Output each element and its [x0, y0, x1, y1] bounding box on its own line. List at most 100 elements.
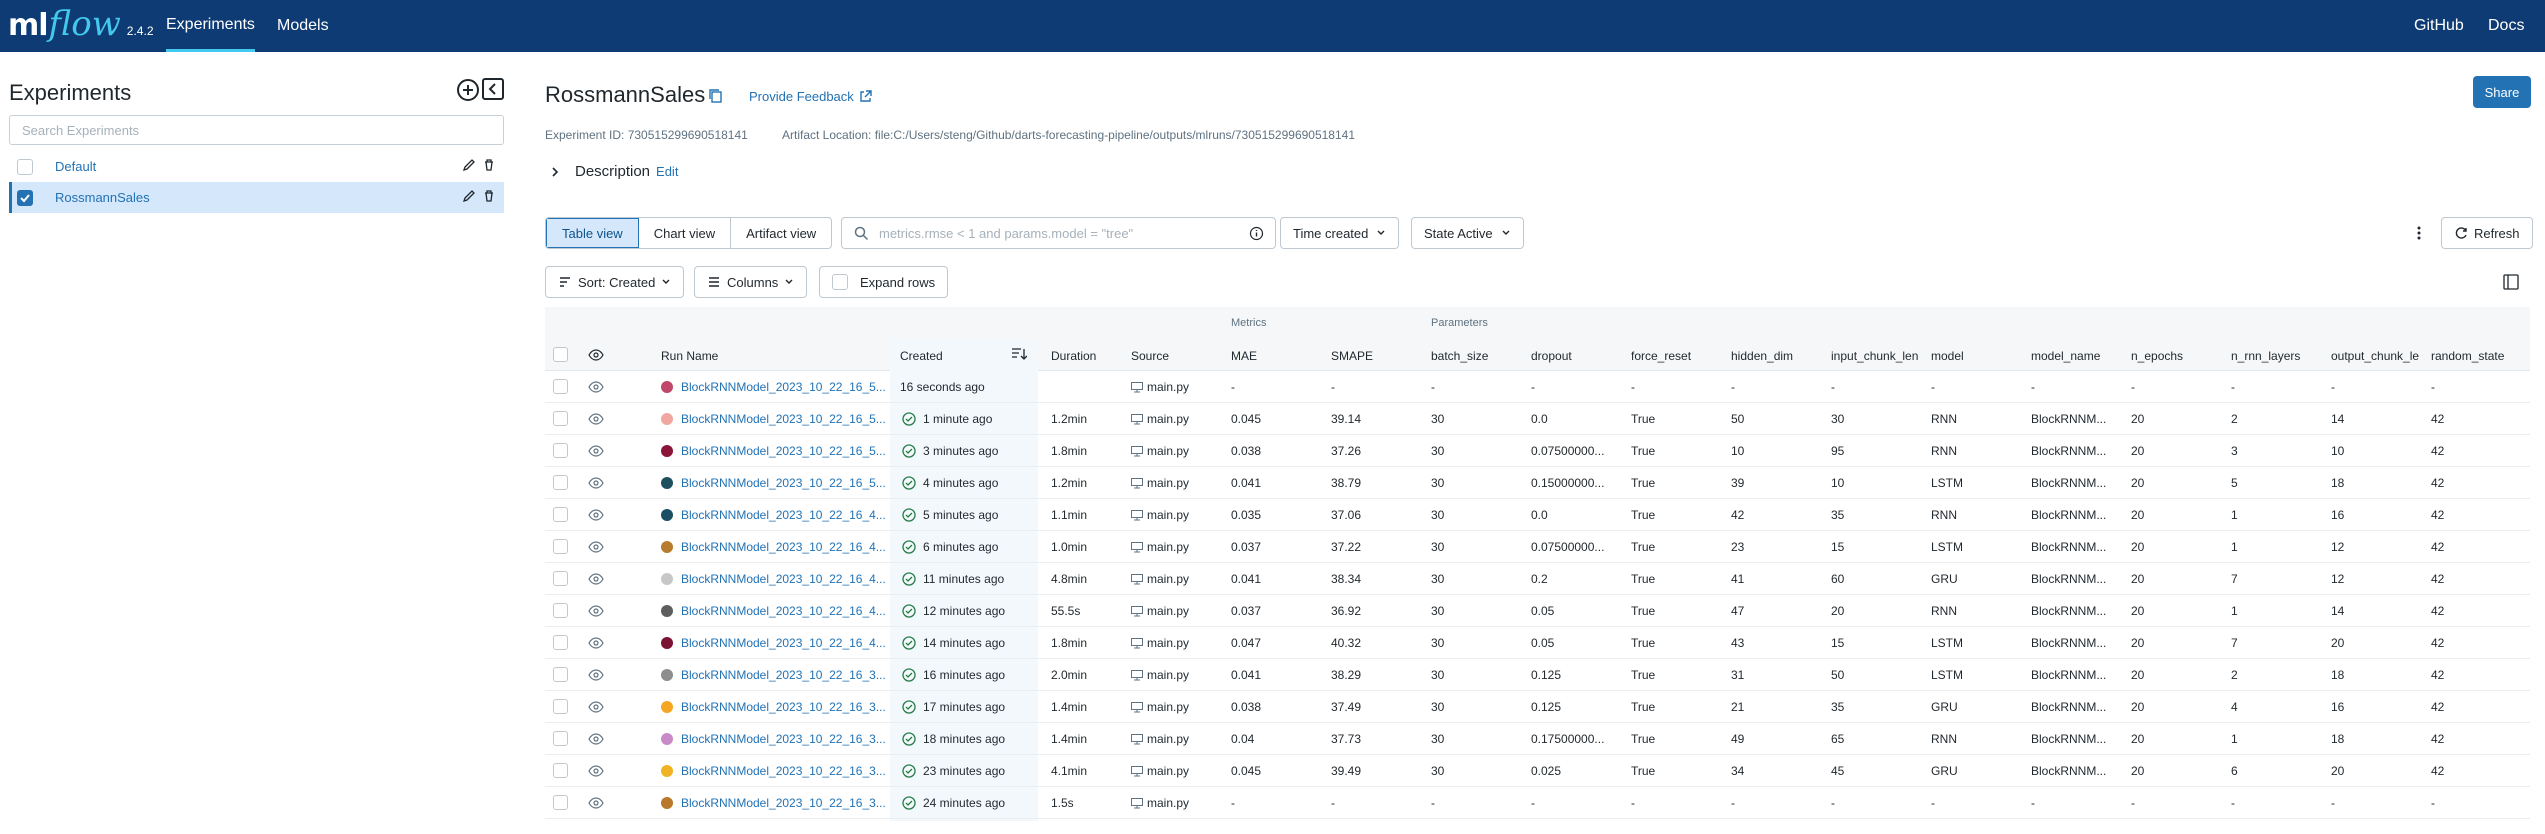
header-output-chunk-len[interactable]: output_chunk_le [2331, 349, 2426, 363]
visibility-eye-icon[interactable] [588, 669, 604, 681]
header-duration[interactable]: Duration [1051, 349, 1096, 363]
delete-icon[interactable] [482, 189, 496, 203]
visibility-eye-icon[interactable] [588, 765, 604, 777]
visibility-eye-icon[interactable] [588, 445, 604, 457]
experiment-checkbox[interactable] [17, 158, 33, 175]
experiment-checkbox-checked[interactable] [17, 189, 33, 206]
visibility-eye-icon[interactable] [588, 541, 604, 553]
header-n-epochs[interactable]: n_epochs [2131, 349, 2183, 363]
run-name-link[interactable]: BlockRNNModel_2023_10_22_16_5... [681, 371, 886, 403]
row-checkbox[interactable] [553, 635, 568, 650]
run-name-link[interactable]: BlockRNNModel_2023_10_22_16_4... [681, 531, 886, 563]
visibility-eye-icon[interactable] [588, 701, 604, 713]
run-color-dot[interactable] [661, 445, 673, 457]
provide-feedback-link[interactable]: Provide Feedback [749, 89, 872, 104]
run-name-link[interactable]: BlockRNNModel_2023_10_22_16_4... [681, 627, 886, 659]
chevron-right-icon[interactable] [549, 166, 561, 178]
collapse-sidebar-icon[interactable] [482, 78, 506, 102]
row-checkbox[interactable] [553, 603, 568, 618]
visibility-eye-icon[interactable] [588, 349, 604, 361]
feedback-label[interactable]: Provide Feedback [749, 89, 854, 104]
tab-chart-view[interactable]: Chart view [639, 218, 732, 248]
nav-experiments[interactable]: Experiments [166, 0, 255, 52]
sidebar-item-label[interactable]: Default [55, 159, 96, 174]
visibility-eye-icon[interactable] [588, 733, 604, 745]
delete-icon[interactable] [482, 158, 496, 172]
tab-table-view[interactable]: Table view [546, 218, 639, 248]
run-color-dot[interactable] [661, 477, 673, 489]
toggle-side-panel-icon[interactable] [2503, 274, 2519, 290]
copy-icon[interactable] [708, 88, 724, 104]
mlflow-logo[interactable]: ml flow 2.4.2 [8, 4, 154, 44]
run-color-dot[interactable] [661, 413, 673, 425]
row-checkbox[interactable] [553, 731, 568, 746]
row-checkbox[interactable] [553, 379, 568, 394]
header-dropout[interactable]: dropout [1531, 349, 1572, 363]
visibility-eye-icon[interactable] [588, 381, 604, 393]
add-experiment-icon[interactable] [456, 78, 480, 102]
header-model[interactable]: model [1931, 349, 1964, 363]
select-all-checkbox[interactable] [553, 347, 568, 362]
row-checkbox[interactable] [553, 763, 568, 778]
columns-dropdown[interactable]: Columns [694, 266, 808, 298]
run-filter[interactable] [841, 217, 1276, 249]
header-input-chunk-len[interactable]: input_chunk_len [1831, 349, 1918, 363]
expand-rows-toggle[interactable]: Expand rows [819, 266, 949, 298]
run-color-dot[interactable] [661, 637, 673, 649]
row-checkbox[interactable] [553, 539, 568, 554]
visibility-eye-icon[interactable] [588, 477, 604, 489]
run-name-link[interactable]: BlockRNNModel_2023_10_22_16_5... [681, 467, 886, 499]
tab-artifact-view[interactable]: Artifact view [731, 218, 831, 248]
edit-description-link[interactable]: Edit [656, 164, 678, 179]
sidebar-item-label[interactable]: RossmannSales [55, 190, 150, 205]
row-checkbox[interactable] [553, 667, 568, 682]
sidebar-item-rossmannsales[interactable]: RossmannSales [9, 182, 504, 213]
run-name-link[interactable]: BlockRNNModel_2023_10_22_16_4... [681, 595, 886, 627]
run-color-dot[interactable] [661, 701, 673, 713]
row-checkbox[interactable] [553, 507, 568, 522]
header-random-state[interactable]: random_state [2431, 349, 2504, 363]
header-n-rnn-layers[interactable]: n_rnn_layers [2231, 349, 2300, 363]
share-button[interactable]: Share [2473, 76, 2531, 108]
row-checkbox[interactable] [553, 411, 568, 426]
row-checkbox[interactable] [553, 699, 568, 714]
sidebar-item-default[interactable]: Default [9, 151, 504, 182]
visibility-eye-icon[interactable] [588, 605, 604, 617]
run-color-dot[interactable] [661, 669, 673, 681]
run-color-dot[interactable] [661, 765, 673, 777]
run-color-dot[interactable] [661, 509, 673, 521]
run-name-link[interactable]: BlockRNNModel_2023_10_22_16_5... [681, 403, 886, 435]
sort-dropdown[interactable]: Sort: Created [545, 266, 685, 298]
row-checkbox[interactable] [553, 443, 568, 458]
run-color-dot[interactable] [661, 573, 673, 585]
row-checkbox[interactable] [553, 475, 568, 490]
nav-github[interactable]: GitHub [2414, 0, 2464, 52]
run-name-link[interactable]: BlockRNNModel_2023_10_22_16_3... [681, 659, 886, 691]
header-mae[interactable]: MAE [1231, 349, 1257, 363]
header-smape[interactable]: SMAPE [1331, 349, 1373, 363]
run-name-link[interactable]: BlockRNNModel_2023_10_22_16_3... [681, 755, 886, 787]
run-color-dot[interactable] [661, 797, 673, 809]
run-name-link[interactable]: BlockRNNModel_2023_10_22_16_3... [681, 723, 886, 755]
nav-docs[interactable]: Docs [2488, 0, 2524, 52]
run-name-link[interactable]: BlockRNNModel_2023_10_22_16_4... [681, 499, 886, 531]
edit-icon[interactable] [462, 189, 476, 203]
visibility-eye-icon[interactable] [588, 573, 604, 585]
header-created[interactable]: Created [900, 349, 943, 363]
state-dropdown[interactable]: State Active [1411, 217, 1524, 249]
header-batch-size[interactable]: batch_size [1431, 349, 1488, 363]
sort-desc-icon[interactable] [1011, 347, 1027, 361]
header-force-reset[interactable]: force_reset [1631, 349, 1691, 363]
row-checkbox[interactable] [553, 571, 568, 586]
header-model-name[interactable]: model_name [2031, 349, 2100, 363]
run-color-dot[interactable] [661, 541, 673, 553]
run-name-link[interactable]: BlockRNNModel_2023_10_22_16_5... [681, 435, 886, 467]
run-name-link[interactable]: BlockRNNModel_2023_10_22_16_4... [681, 563, 886, 595]
time-created-dropdown[interactable]: Time created [1280, 217, 1400, 249]
header-run-name[interactable]: Run Name [661, 349, 718, 363]
edit-icon[interactable] [462, 158, 476, 172]
header-hidden-dim[interactable]: hidden_dim [1731, 349, 1793, 363]
description-toggle[interactable]: Description Edit [549, 163, 678, 180]
visibility-eye-icon[interactable] [588, 637, 604, 649]
more-options-icon[interactable] [2410, 224, 2428, 242]
